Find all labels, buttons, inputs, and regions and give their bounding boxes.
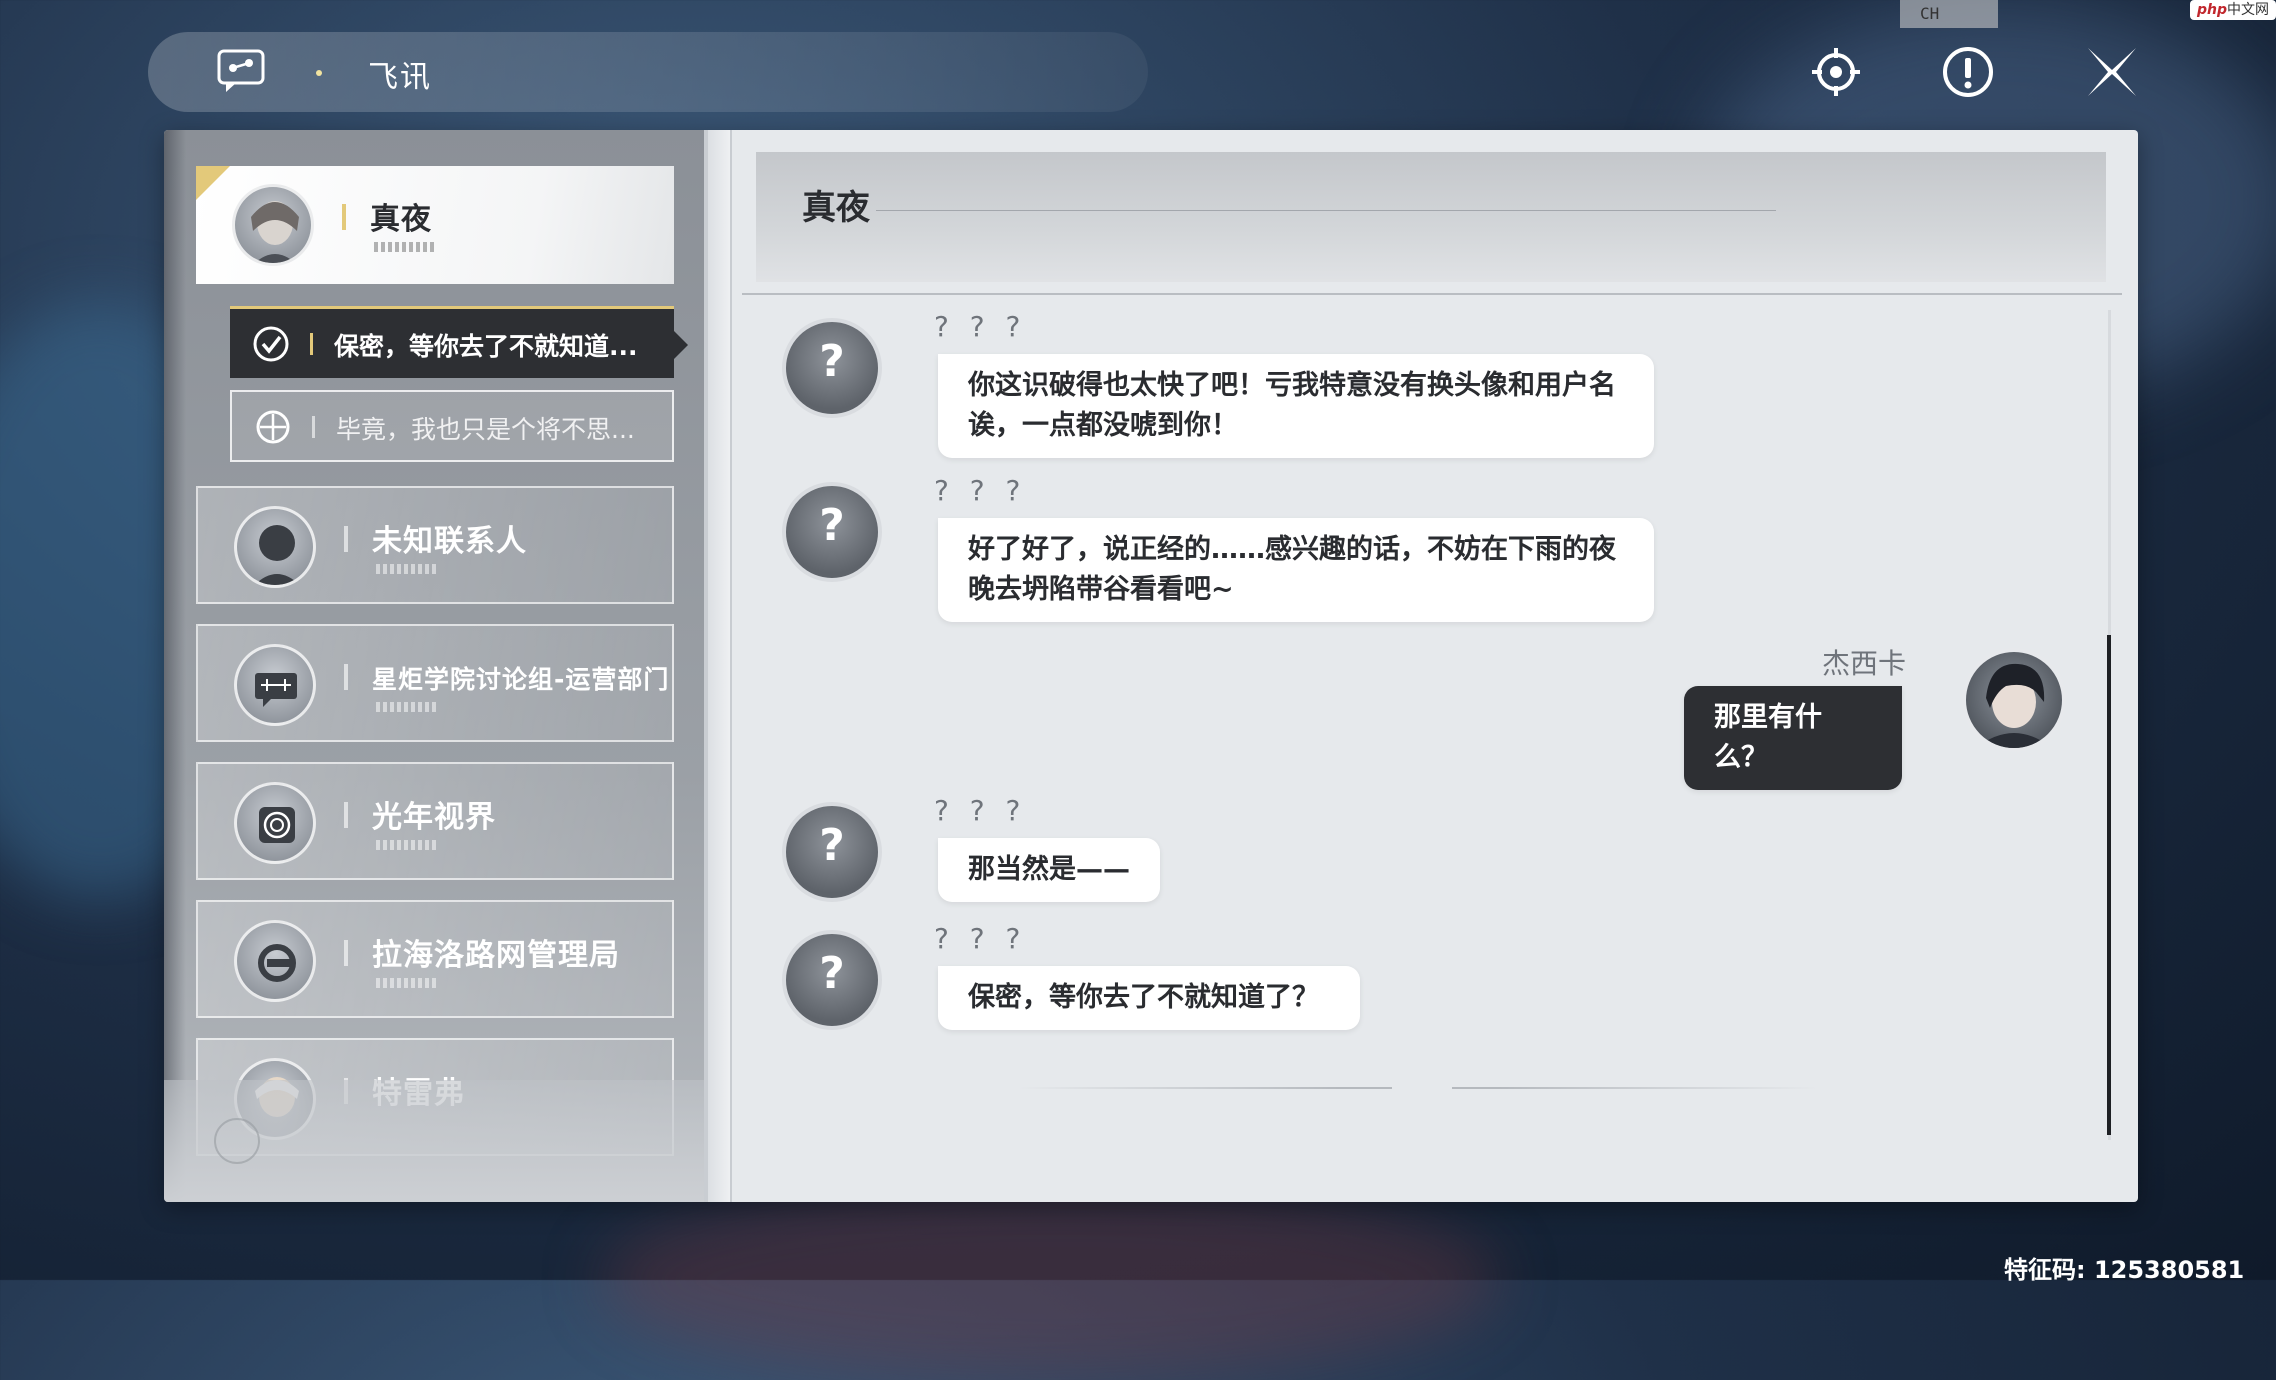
reply-option-2[interactable]: 毕竟，我也只是个将不思... [230,390,674,462]
message-line: 你这识破得也太快了吧！亏我特意没有换头像和用户名 [968,370,1616,401]
chat-title: 真夜 [802,188,870,228]
contact-list[interactable]: 真夜 保密，等你去了不就知道... 毕竟，我也只是个将不思... 未知联系人 星… [164,130,708,1202]
chat-scrollbar-thumb[interactable] [2107,635,2111,1135]
contact-name: 拉海洛路网管理局 [372,938,620,973]
chat-title-decoration [876,210,1776,211]
message-line: 晚去坍陷带谷看看吧~ [968,574,1234,605]
message-sender: ? ? ? [934,474,1027,507]
contact-accent-bar [344,802,348,828]
message-sender: ? ? ? [934,310,1027,343]
reply-accent-bar [312,416,315,438]
chat-app-icon [216,48,266,94]
player-message-bubble: 那里有什么？ [1684,686,1902,790]
menu-icon [214,1118,260,1164]
input-method-indicator: CH [1900,0,1998,28]
chat-header: 真夜 [756,152,2106,282]
contact-subtext-decoration [376,702,436,712]
character-avatar [232,184,314,266]
contact-item-guangnian[interactable]: 光年视界 [196,762,674,880]
header-rule [742,293,2122,295]
check-circle-icon [252,325,290,363]
message-line: 那当然是—— [968,854,1130,885]
contact-subtext-decoration [376,840,436,850]
question-mark-icon: ? [819,948,845,999]
contact-name: 未知联系人 [372,524,527,559]
alert-icon[interactable] [1940,44,1996,100]
watermark-site: 中文网 [2227,2,2269,18]
unknown-avatar: ? [782,930,882,1030]
contact-name: 真夜 [370,202,432,237]
app-title: 飞讯 [368,60,432,95]
contact-item-zhenye[interactable]: 真夜 [196,166,674,284]
question-mark-icon: ? [819,820,845,871]
group-chat-icon [234,644,316,726]
contact-accent-bar [344,664,348,690]
message-sender: ? ? ? [934,794,1027,827]
target-circle-icon [254,408,292,446]
message-sender: ? ? ? [934,922,1027,955]
left-shade [164,130,186,1202]
panel-divider [708,130,732,1202]
message-line: 那里有什么？ [1714,702,1822,773]
contact-item-roadnet-bureau[interactable]: 拉海洛路网管理局 [196,900,674,1018]
contact-name: 光年视界 [372,800,496,835]
title-separator-dot [316,70,322,76]
player-avatar [1962,648,2066,752]
close-icon[interactable] [2082,44,2138,100]
reply-accent-bar [310,333,313,355]
contact-item-group-chat[interactable]: 星炬学院讨论组-运营部门 [196,624,674,742]
message-bubble: 保密，等你去了不就知道了？ [938,966,1360,1030]
contact-subtext-decoration [376,564,436,574]
agency-logo-icon [234,920,316,1002]
message-line: 好了好了，说正经的……感兴趣的话，不妨在下雨的夜 [968,534,1616,565]
question-mark-icon: ? [819,500,845,551]
reply-text: 毕竟，我也只是个将不思... [336,415,635,444]
contact-subtext-decoration [374,242,434,252]
contact-accent-bar [344,526,348,552]
reply-text: 保密，等你去了不就知道... [334,332,638,361]
messenger-panel: 真夜 保密，等你去了不就知道... 毕竟，我也只是个将不思... 未知联系人 星… [164,130,2138,1202]
chat-end-marker [1392,1076,1452,1098]
unknown-avatar: ? [782,482,882,582]
watermark: php中文网 [2190,0,2276,20]
silhouette-avatar [234,506,316,588]
contact-item-unknown[interactable]: 未知联系人 [196,486,674,604]
unknown-avatar: ? [782,318,882,418]
settings-target-icon[interactable] [1808,44,1864,100]
message-bubble: 你这识破得也太快了吧！亏我特意没有换头像和用户名 诶，一点都没唬到你！ [938,354,1654,458]
contact-accent-bar [344,940,348,966]
watermark-brand: php [2196,2,2227,18]
message-bubble: 好了好了，说正经的……感兴趣的话，不妨在下雨的夜 晚去坍陷带谷看看吧~ [938,518,1654,622]
reply-option-1[interactable]: 保密，等你去了不就知道... [230,306,688,378]
contact-name: 星炬学院讨论组-运营部门 [372,665,670,694]
spiral-logo-icon [234,782,316,864]
message-bubble: 那当然是—— [938,838,1160,902]
player-name: 杰西卡 [1822,647,1907,680]
top-bar [148,32,1148,112]
message-line: 诶，一点都没唬到你！ [968,410,1238,441]
unknown-avatar: ? [782,802,882,902]
contact-subtext-decoration [376,978,436,988]
background-glow [600,1180,1500,1380]
message-line: 保密，等你去了不就知道了？ [968,982,1319,1013]
question-mark-icon: ? [819,336,845,387]
contact-accent-bar [342,204,346,230]
